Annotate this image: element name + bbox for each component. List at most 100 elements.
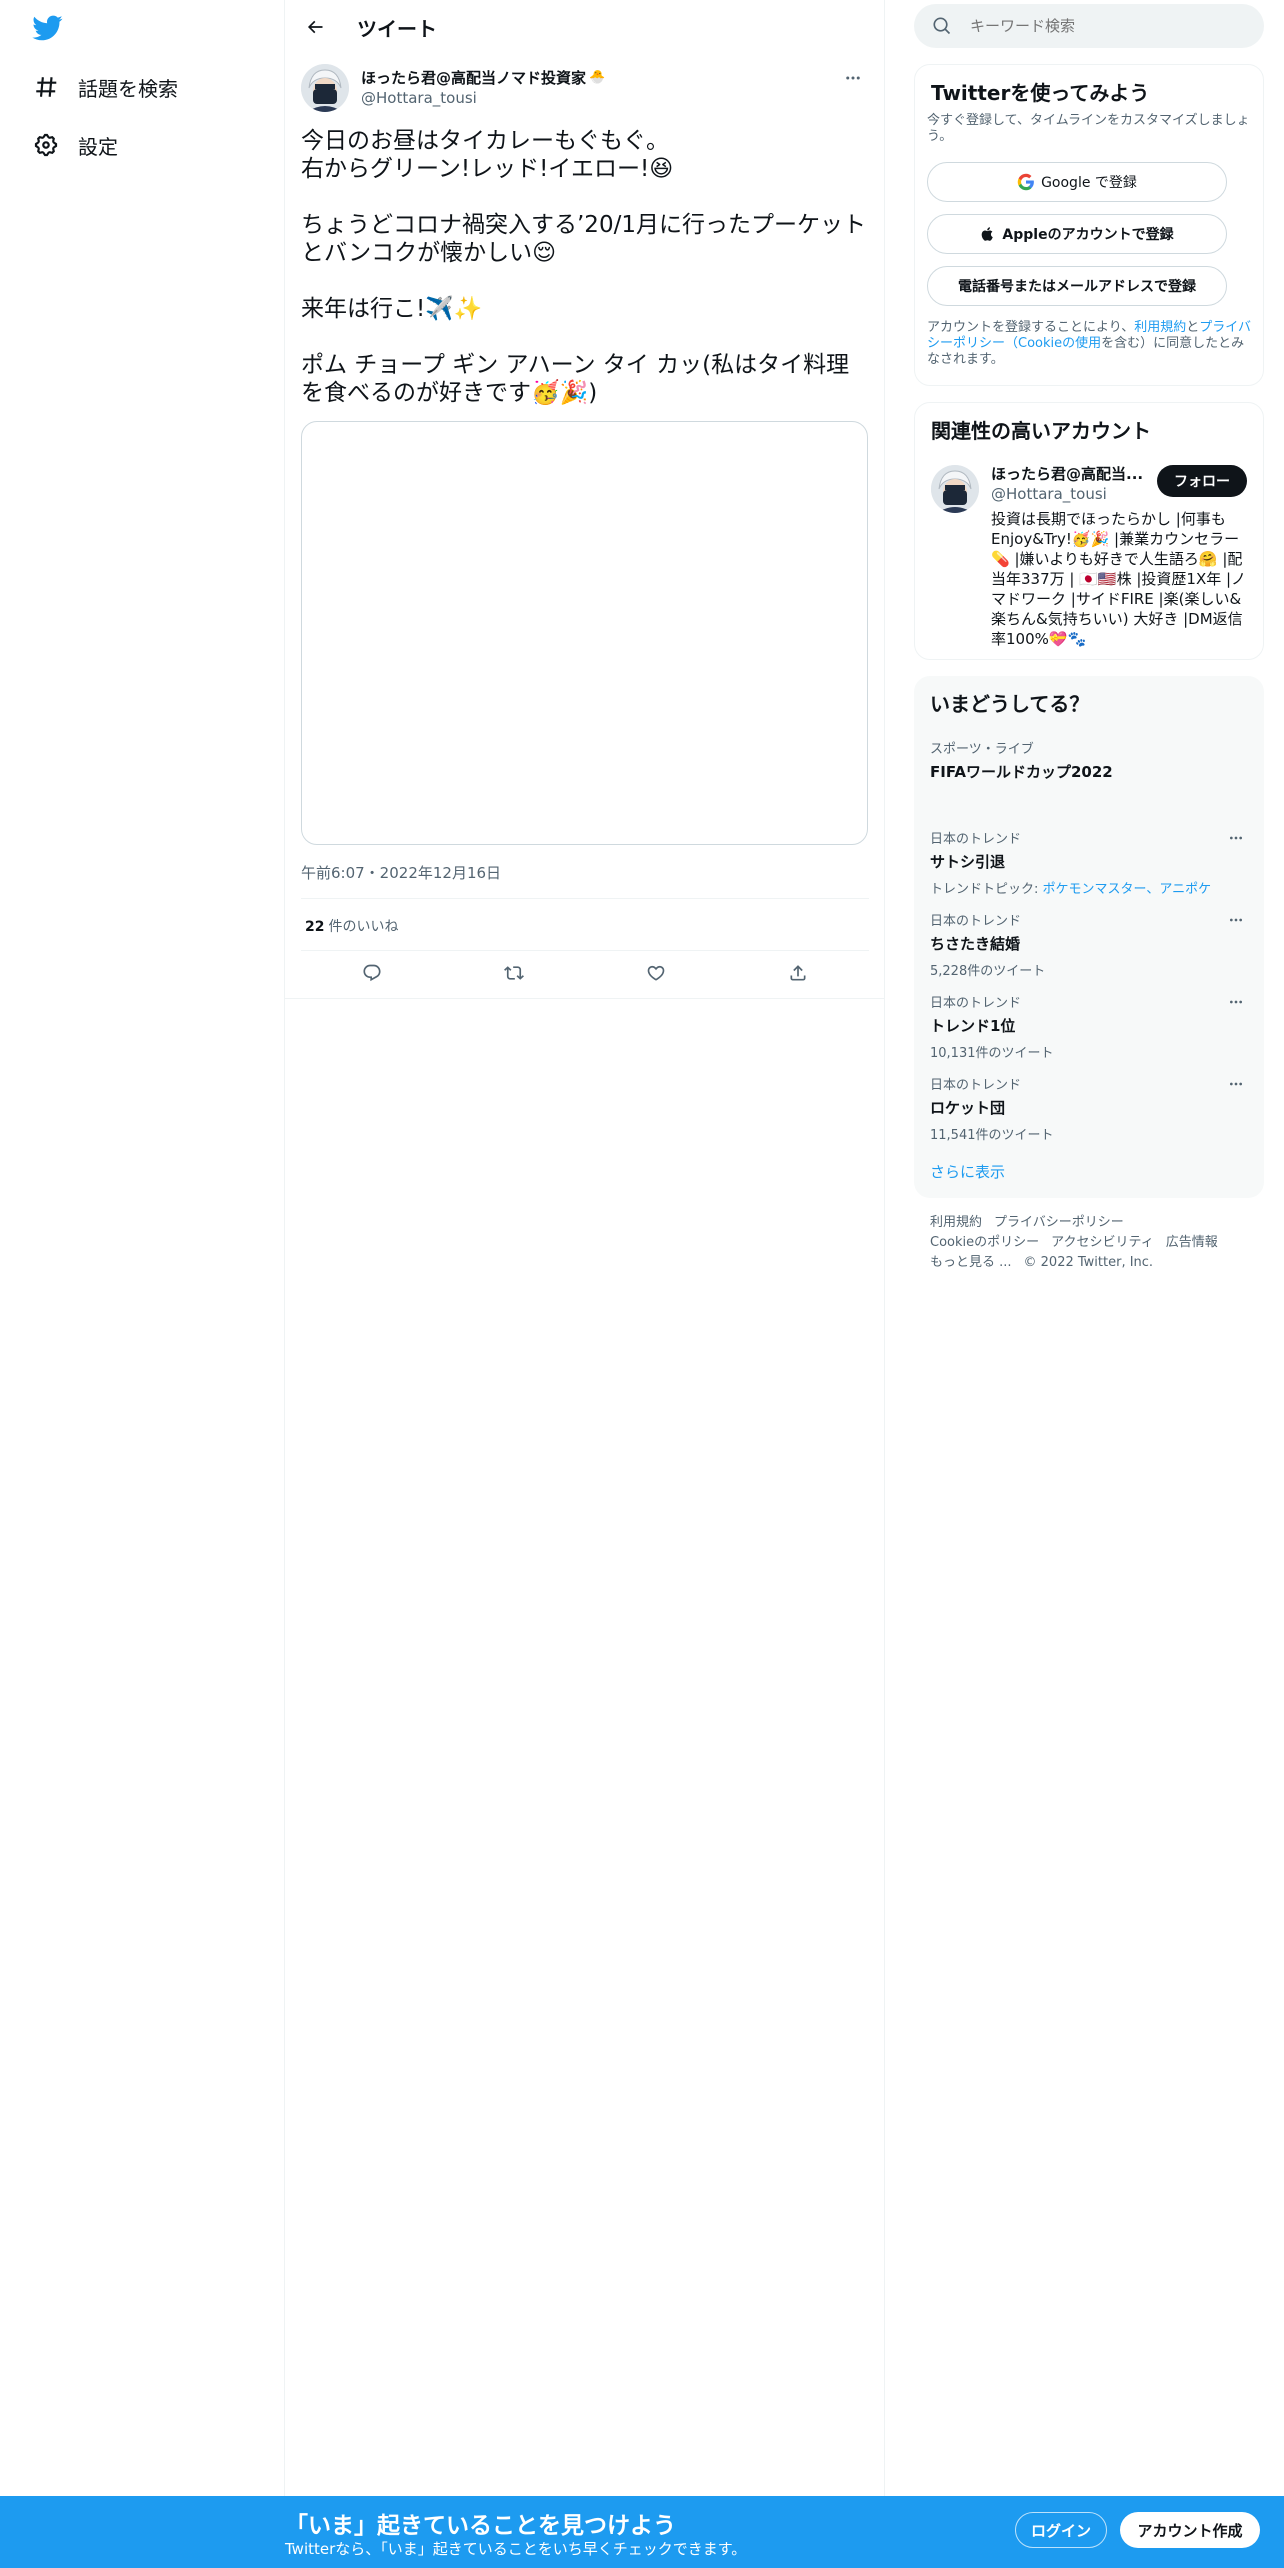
more-horizontal-icon bbox=[846, 76, 860, 80]
trend-item[interactable]: 日本のトレンド トレンド1位 10,131件のツイート bbox=[930, 992, 1248, 1061]
footer-link[interactable]: 利用規約 bbox=[930, 1215, 982, 1230]
trend-title: FIFAワールドカップ2022 bbox=[930, 763, 1113, 781]
author-handle[interactable]: @Hottara_tousi bbox=[361, 89, 477, 107]
trend-count: 11,541件のツイート bbox=[930, 1128, 1054, 1143]
trend-category: スポーツ・ライブ bbox=[930, 742, 1034, 757]
likes-label: 件のいいね bbox=[328, 919, 399, 935]
banner-subtitle: Twitterなら、「いま」起きていることをいち早くチェックできます。 bbox=[285, 2540, 747, 2558]
trend-item[interactable]: スポーツ・ライブ FIFAワールドカップ2022 bbox=[930, 738, 1248, 782]
trends-title: いまどうしてる？ bbox=[930, 692, 1090, 716]
trends-panel: いまどうしてる？ スポーツ・ライブ FIFAワールドカップ2022 日本のトレン… bbox=[914, 676, 1264, 1198]
show-more-link[interactable]: さらに表示 bbox=[930, 1161, 1005, 1182]
footer-link[interactable]: もっと見る ... bbox=[930, 1255, 1012, 1270]
page-header: ツイート bbox=[285, 0, 885, 53]
trend-category: 日本のトレンド bbox=[930, 996, 1022, 1011]
google-signup-label: Google で登録 bbox=[1041, 175, 1137, 191]
signup-banner: 「いま」起きていることを見つけよう Twitterなら、「いま」起きていることを… bbox=[0, 2496, 1284, 2568]
avatar[interactable] bbox=[931, 465, 979, 513]
reply-icon bbox=[363, 964, 381, 982]
tweet-line: 右からグリーン!レッド!イエロー!😆 bbox=[301, 156, 674, 182]
trend-more-button[interactable] bbox=[1224, 992, 1248, 1012]
trend-category: 日本のトレンド bbox=[930, 1078, 1022, 1093]
trend-title: サトシ引退 bbox=[930, 853, 1006, 871]
footer-link[interactable]: 広告情報 bbox=[1166, 1235, 1218, 1250]
footer-link[interactable]: Cookieのポリシー bbox=[930, 1235, 1039, 1250]
tweet-line: ポム チョープ ギン アハーン タイ カッ(私はタイ料理を食べるのが好きです🥳🎉… bbox=[301, 352, 850, 406]
reply-button[interactable] bbox=[354, 955, 390, 991]
trend-title: ロケット団 bbox=[930, 1099, 1006, 1117]
trend-more-button[interactable] bbox=[1224, 910, 1248, 930]
tweet-media[interactable] bbox=[301, 421, 868, 845]
related-account-bio: 投資は長期でほったらかし |何事もEnjoy&Try!🥳🎉 |兼業カウンセラー💊… bbox=[991, 510, 1247, 648]
cookie-link[interactable]: （Cookieの使用 bbox=[1005, 336, 1101, 351]
apple-signup-button[interactable]: Appleのアカウントで登録 bbox=[927, 214, 1227, 254]
phone-email-signup-button[interactable]: 電話番号またはメールアドレスで登録 bbox=[927, 266, 1227, 306]
more-horizontal-icon bbox=[1230, 836, 1242, 840]
tweet-line: 来年は行こ!✈️✨ bbox=[301, 296, 483, 322]
nav-settings-label: 設定 bbox=[78, 134, 118, 159]
legal-and: と bbox=[1186, 320, 1200, 335]
footer-links: 利用規約 プライバシーポリシー Cookieのポリシー アクセシビリティ 広告情報 も… bbox=[930, 1213, 1260, 1273]
apple-icon bbox=[982, 227, 994, 241]
trend-item[interactable]: 日本のトレンド ロケット団 11,541件のツイート bbox=[930, 1074, 1248, 1143]
trend-category: 日本のトレンド bbox=[930, 914, 1022, 929]
follow-button[interactable]: フォロー bbox=[1157, 465, 1247, 497]
footer-link[interactable]: プライバシーポリシー bbox=[994, 1215, 1124, 1230]
trend-category: 日本のトレンド bbox=[930, 832, 1022, 847]
signup-card: Twitterを使ってみよう 今すぐ登録して、タイムラインをカスタマイズしましょ… bbox=[914, 64, 1264, 386]
trend-item[interactable]: 日本のトレンド サトシ引退 トレンドトピック: ポケモンマスター、アニポケ bbox=[930, 828, 1248, 897]
login-button[interactable]: ログイン bbox=[1015, 2512, 1107, 2548]
trend-more-button[interactable] bbox=[1224, 828, 1248, 848]
divider bbox=[285, 998, 885, 999]
share-icon bbox=[790, 965, 806, 981]
tweet-line: 今日のお昼はタイカレーもぐもぐ。 bbox=[301, 128, 669, 154]
likes-number: 22 bbox=[305, 919, 325, 935]
page-title: ツイート bbox=[357, 17, 437, 41]
related-title: 関連性の高いアカウント bbox=[931, 419, 1151, 443]
main-column: ツイート ほったら君@高配当ノマド投資家 🐣 @Hottara_tousi 今日… bbox=[285, 0, 885, 2568]
copyright: © 2022 Twitter, Inc. bbox=[1023, 1255, 1154, 1270]
signup-legal: アカウントを登録することにより、利用規約とプライバシーポリシー（Cookieの使… bbox=[927, 320, 1253, 368]
footer-link[interactable]: アクセシビリティ bbox=[1051, 1235, 1154, 1250]
trend-item[interactable]: 日本のトレンド ちさたき結婚 5,228件のツイート bbox=[930, 910, 1248, 979]
divider bbox=[301, 898, 869, 899]
nav-explore[interactable]: 話題を検索 bbox=[28, 63, 178, 111]
trend-count: 10,131件のツイート bbox=[930, 1046, 1054, 1061]
nav-settings[interactable]: 設定 bbox=[28, 121, 118, 169]
google-icon bbox=[1017, 173, 1034, 191]
related-account-name[interactable]: ほったら君@高配当... bbox=[991, 463, 1151, 484]
back-button[interactable] bbox=[297, 9, 333, 45]
retweet-button[interactable] bbox=[496, 955, 532, 991]
search-input[interactable] bbox=[970, 17, 1250, 35]
share-button[interactable] bbox=[780, 955, 816, 991]
twitter-logo-icon[interactable] bbox=[31, 12, 67, 44]
signup-title: Twitterを使ってみよう bbox=[931, 81, 1150, 105]
like-button[interactable] bbox=[638, 955, 674, 991]
hashtag-icon bbox=[28, 69, 64, 105]
gear-icon bbox=[28, 127, 64, 163]
likes-count[interactable]: 22 件のいいね bbox=[305, 916, 398, 936]
create-account-button[interactable]: アカウント作成 bbox=[1120, 2512, 1260, 2548]
author-name-text: ほったら君@高配当ノマド投資家 bbox=[361, 69, 587, 87]
signup-subtitle: 今すぐ登録して、タイムラインをカスタマイズしましょう。 bbox=[927, 113, 1250, 144]
trend-topics: トレンドトピック: ポケモンマスター、アニポケ bbox=[930, 878, 1248, 897]
phone-email-signup-label: 電話番号またはメールアドレスで登録 bbox=[958, 279, 1196, 295]
search-bar[interactable] bbox=[914, 4, 1264, 48]
legal-prefix: アカウントを登録することにより、 bbox=[927, 320, 1135, 335]
tweet-timestamp[interactable]: 午前6:07・2022年12月16日 bbox=[301, 862, 501, 883]
more-horizontal-icon bbox=[1230, 918, 1242, 922]
author-name[interactable]: ほったら君@高配当ノマド投資家 🐣 bbox=[361, 67, 605, 88]
trend-topic-links[interactable]: ポケモンマスター、アニポケ bbox=[1043, 882, 1212, 897]
arrow-left-icon bbox=[307, 20, 323, 34]
more-options-button[interactable] bbox=[837, 66, 869, 90]
tweet-author: ほったら君@高配当ノマド投資家 🐣 @Hottara_tousi bbox=[301, 64, 869, 116]
google-signup-button[interactable]: Google で登録 bbox=[927, 162, 1227, 202]
related-account-handle[interactable]: @Hottara_tousi bbox=[991, 485, 1107, 503]
divider bbox=[301, 950, 869, 951]
left-sidebar: 話題を検索 設定 bbox=[0, 0, 285, 2568]
terms-link[interactable]: 利用規約 bbox=[1134, 320, 1186, 335]
banner-title: 「いま」起きていることを見つけよう bbox=[285, 2513, 676, 2539]
trend-more-button[interactable] bbox=[1224, 1074, 1248, 1094]
avatar[interactable] bbox=[301, 64, 349, 112]
nav-explore-label: 話題を検索 bbox=[78, 76, 178, 101]
